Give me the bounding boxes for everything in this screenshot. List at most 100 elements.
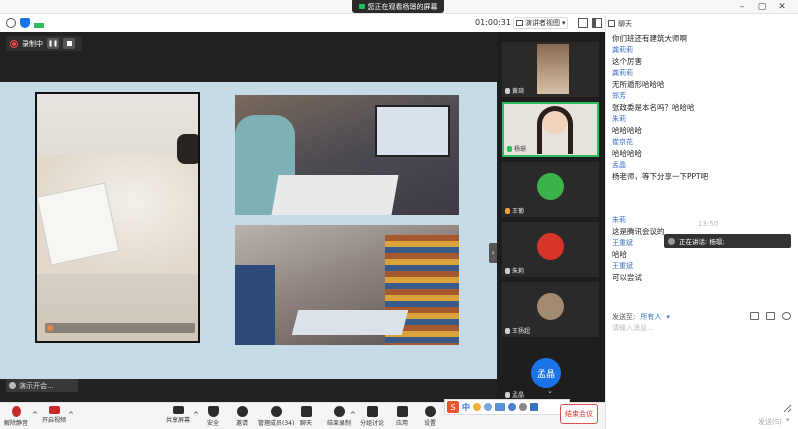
participant-tile-active[interactable]: 杨璟 — [502, 102, 599, 157]
unmute-button[interactable]: 解除静音 — [4, 406, 28, 427]
share-screen-icon — [172, 406, 184, 414]
mic-on-icon — [507, 145, 512, 152]
participant-name: 杨璟 — [514, 146, 527, 153]
chat-header: 聊天 — [606, 15, 798, 32]
message-text: 哈哈哈哈 — [612, 126, 642, 135]
members-icon — [270, 406, 282, 417]
gear-icon — [424, 406, 436, 417]
message-text: 无所遁形哈哈哈 — [612, 80, 665, 89]
participant-tile[interactable]: 黄琦 — [502, 42, 599, 97]
apps-button[interactable]: 应用 — [396, 406, 408, 427]
chevron-up-icon[interactable]: ^ — [350, 411, 356, 419]
participant-tile[interactable]: 王葡 — [502, 162, 599, 217]
message-sender: 崔京花 — [612, 138, 633, 146]
chevron-up-icon[interactable]: ^ — [32, 411, 38, 419]
slide-photo-laptop — [235, 225, 459, 345]
shield-icon[interactable] — [20, 18, 30, 28]
chevron-down-icon[interactable]: ⌄ — [547, 387, 553, 395]
mic-muted-icon — [505, 267, 510, 274]
chevron-down-icon: ▾ — [562, 19, 566, 27]
stop-recording-button[interactable] — [63, 38, 75, 49]
window-close-icon[interactable]: ✕ — [774, 1, 790, 13]
start-video-button[interactable]: 开启视频 — [42, 406, 66, 424]
share-screen-button[interactable]: 共享屏幕 — [166, 406, 190, 424]
chevron-down-icon[interactable]: ▾ — [786, 416, 790, 424]
send-to-label: 发送至: — [612, 313, 636, 321]
speaking-indicator: 演示开会… — [6, 379, 78, 392]
chevron-up-icon[interactable]: ^ — [68, 411, 74, 419]
skin-icon[interactable] — [519, 403, 527, 411]
participant-name: 王扬超 — [512, 328, 531, 335]
message-sender: 龚莉莉 — [612, 69, 633, 77]
chevron-up-icon[interactable]: ^ — [193, 411, 199, 419]
signal-icon[interactable] — [34, 20, 44, 28]
settings-button[interactable]: 设置 — [424, 406, 436, 427]
chevron-down-icon[interactable]: ▾ — [666, 313, 670, 321]
shield-icon — [207, 406, 219, 417]
title-bar: 您正在观看杨璟的屏幕 ▢ ✕ – — [0, 0, 798, 14]
voice-icon[interactable] — [508, 403, 516, 411]
mic-muted-icon — [505, 87, 510, 94]
window-restore-icon[interactable]: ▢ — [754, 1, 770, 13]
speaking-label: 演示开会… — [19, 381, 54, 390]
message-text: 哈哈哈哈 — [612, 149, 642, 158]
ime-mode[interactable]: 中 — [462, 402, 470, 413]
collapse-panel-button[interactable]: › — [489, 243, 497, 263]
stop-recording-label: 结束录制 — [327, 420, 352, 427]
send-to-select[interactable]: 所有人 — [640, 312, 661, 322]
message-sender: 朱莉 — [612, 115, 626, 123]
screenshot-icon[interactable] — [750, 312, 759, 320]
breakout-icon — [366, 406, 378, 417]
avatar — [537, 233, 564, 260]
pause-recording-button[interactable]: ❚❚ — [47, 38, 59, 49]
chat-icon — [608, 20, 615, 27]
video-off-icon — [48, 406, 60, 414]
window-minimize-icon[interactable]: – — [734, 1, 750, 13]
start-video-label: 开启视频 — [42, 417, 67, 424]
participant-name: 朱莉 — [512, 268, 525, 275]
fullscreen-icon[interactable] — [578, 18, 588, 28]
mic-muted-icon — [505, 207, 510, 214]
end-meeting-button[interactable]: 结束会议 — [560, 404, 598, 424]
recording-bar: 录制中 ❚❚ — [6, 36, 82, 51]
image-icon[interactable] — [766, 312, 775, 320]
more-icon[interactable] — [782, 312, 791, 320]
invite-button[interactable]: 邀请 — [236, 406, 248, 427]
breakout-rooms-button[interactable]: 分组讨论 — [360, 406, 384, 427]
shared-screen: 录制中 ❚❚ 演示开会… › — [0, 32, 497, 402]
chat-title: 聊天 — [618, 19, 632, 28]
moon-icon[interactable] — [473, 403, 481, 411]
security-button[interactable]: 安全 — [207, 406, 219, 427]
manage-members-button[interactable]: 管理成员(34) — [258, 406, 294, 427]
speaking-toast: 正在讲话: 杨璟; — [664, 234, 791, 248]
manage-members-label: 管理成员(34) — [258, 420, 295, 427]
avatar — [537, 173, 564, 200]
chat-input[interactable] — [612, 323, 792, 413]
punctuation-icon[interactable] — [484, 403, 492, 411]
message-sender: 郑芳 — [612, 92, 626, 100]
invite-label: 邀请 — [236, 420, 249, 427]
message-text: 杨老师，等下分享一下PPT吧 — [612, 172, 709, 181]
sharing-banner[interactable]: 您正在观看杨璟的屏幕 — [352, 0, 444, 13]
recording-label: 录制中 — [22, 39, 43, 48]
sidebar-toggle-icon[interactable] — [592, 18, 602, 28]
tools-icon[interactable] — [530, 403, 538, 411]
meeting-timer: 01:00:31 — [475, 18, 511, 27]
avatar: 孟晶 — [531, 358, 561, 388]
send-button[interactable]: 发送(S) — [758, 417, 782, 427]
participant-tile[interactable]: 王扬超 — [502, 282, 599, 337]
participant-tile[interactable]: 朱莉 — [502, 222, 599, 277]
meeting-toolbar: 01:00:31 演讲者视图 ▾ — [0, 15, 605, 32]
sogou-logo-icon: S — [447, 401, 459, 413]
ime-toolbar[interactable]: S 中 — [444, 399, 570, 415]
participant-name: 黄琦 — [512, 88, 525, 95]
chat-icon — [300, 406, 312, 417]
breakout-rooms-label: 分组讨论 — [360, 420, 385, 427]
keyboard-icon[interactable] — [495, 403, 505, 411]
chat-button[interactable]: 聊天 — [300, 406, 312, 427]
user-icon — [9, 382, 16, 389]
stop-recording-button[interactable]: 结束录制 — [327, 406, 351, 427]
message-text: 可以尝试 — [612, 273, 642, 282]
info-icon[interactable] — [6, 18, 16, 28]
view-mode-select[interactable]: 演讲者视图 ▾ — [513, 17, 568, 29]
